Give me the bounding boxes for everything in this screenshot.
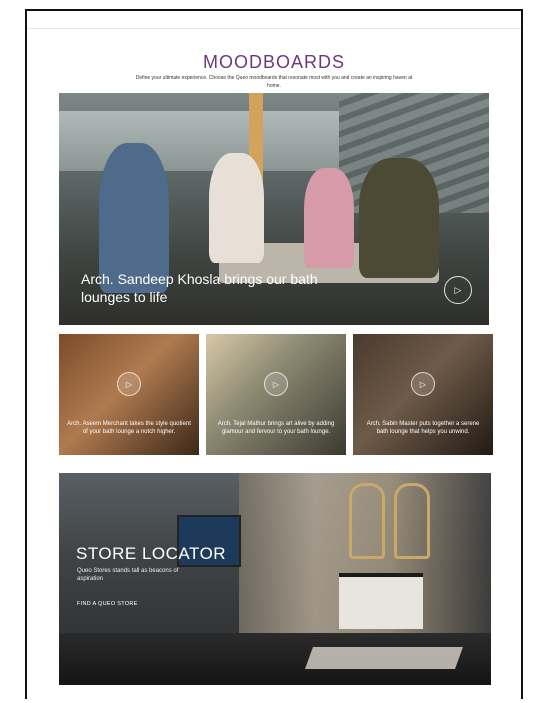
thumbnail-caption: Arch. Sabin Master puts together a seren…: [366, 421, 480, 435]
store-locator-description: Queo Stores stands tall as beacons of as…: [77, 568, 179, 582]
hero-person: [359, 158, 439, 278]
hero-person: [304, 168, 354, 268]
play-icon[interactable]: ▷: [264, 372, 288, 396]
store-mirror: [394, 483, 430, 559]
play-icon[interactable]: ▷: [411, 372, 435, 396]
video-thumbnail-2[interactable]: ▷ Arch. Tejal Mathur brings art alive by…: [206, 334, 346, 455]
store-locator-banner[interactable]: STORE LOCATOR Queo Stores stands tall as…: [59, 473, 491, 685]
store-locator-title: STORE LOCATOR: [76, 544, 227, 563]
play-icon[interactable]: ▷: [117, 372, 141, 396]
hero-caption: Arch. Sandeep Khosla brings our bath lou…: [81, 271, 318, 305]
store-rug: [304, 647, 464, 669]
play-icon[interactable]: ▷: [444, 276, 472, 304]
store-mirror: [349, 483, 385, 559]
video-thumbnail-1[interactable]: ▷ Arch. Aseem Merchant takes the style q…: [59, 334, 199, 455]
section-title: MOODBOARDS: [202, 52, 345, 72]
hero-video-card[interactable]: Arch. Sandeep Khosla brings our bath lou…: [59, 93, 489, 325]
store-vanity: [339, 573, 423, 629]
video-thumbnail-3[interactable]: ▷ Arch. Sabin Master puts together a ser…: [353, 334, 493, 455]
hero-person: [209, 153, 264, 263]
hero-window-backdrop: [59, 111, 339, 171]
header-divider: [27, 28, 521, 29]
find-store-link[interactable]: FIND A QUEO STORE: [77, 601, 138, 607]
page-frame: MOODBOARDS Define your ultimate experien…: [25, 9, 523, 699]
section-subtitle: Define your ultimate experience. Choose …: [135, 75, 413, 89]
thumbnail-caption: Arch. Aseem Merchant takes the style quo…: [67, 421, 191, 435]
thumbnail-caption: Arch. Tejal Mathur brings art alive by a…: [217, 421, 335, 435]
